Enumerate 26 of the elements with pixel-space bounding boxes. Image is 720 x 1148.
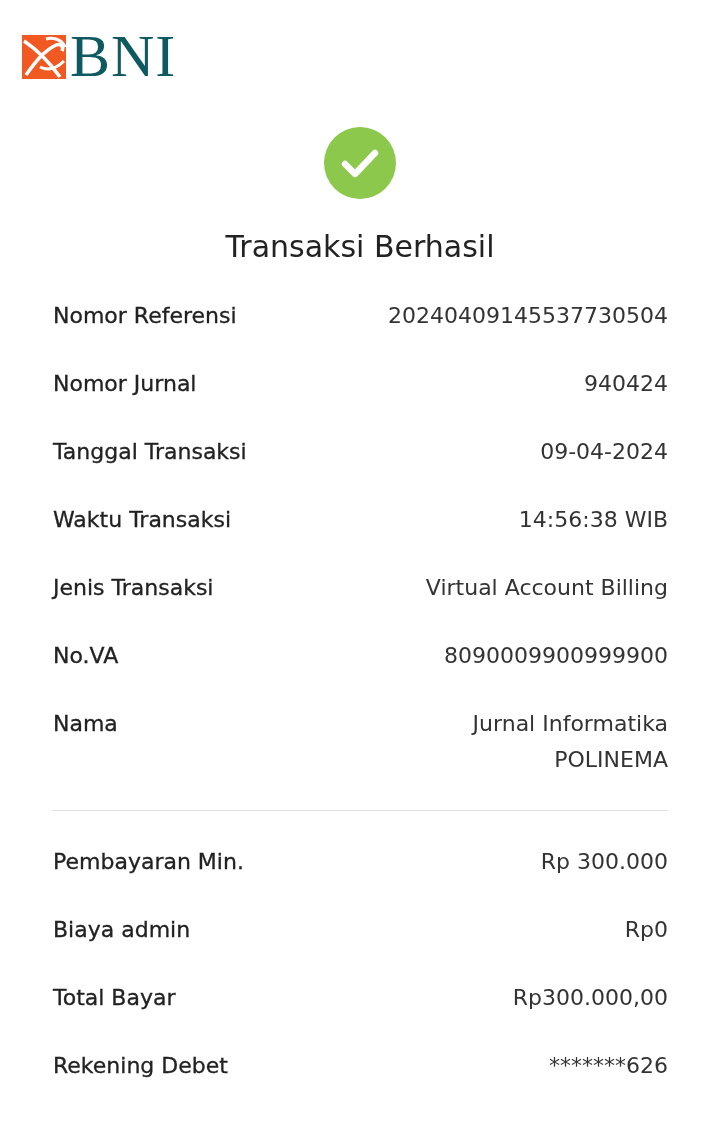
status-title: Transaksi Berhasil: [225, 228, 495, 266]
field-label: Total Bayar: [53, 984, 176, 1012]
field-label: Rekening Debet: [53, 1052, 228, 1080]
field-value: Rp 300.000: [540, 848, 668, 876]
field-label: Tanggal Transaksi: [53, 438, 247, 466]
field-value: 20240409145537730504: [388, 302, 668, 330]
success-check-icon: [324, 127, 396, 199]
field-label: Nomor Referensi: [53, 302, 237, 330]
field-label: Pembayaran Min.: [53, 848, 244, 876]
field-label: Jenis Transaksi: [53, 574, 214, 602]
field-value: 940424: [584, 370, 668, 398]
field-value: 09-04-2024: [540, 438, 668, 466]
logo-text: BNI: [70, 33, 177, 80]
field-value: Virtual Account Billing: [425, 574, 668, 602]
field-value: 8090009900999900: [444, 642, 668, 670]
logo-icon: [22, 34, 66, 79]
field-value: *******626: [549, 1052, 668, 1080]
field-label: Nomor Jurnal: [53, 370, 197, 398]
field-value: Jurnal Informatika POLINEMA: [470, 710, 668, 774]
field-value: Rp300.000,00: [512, 984, 668, 1012]
field-label: Nama: [53, 710, 118, 738]
field-label: Waktu Transaksi: [53, 506, 232, 534]
field-value: 14:56:38 WIB: [518, 506, 668, 534]
field-value: Rp0: [624, 916, 668, 944]
field-label: No.VA: [53, 642, 119, 670]
field-label: Biaya admin: [53, 916, 191, 944]
